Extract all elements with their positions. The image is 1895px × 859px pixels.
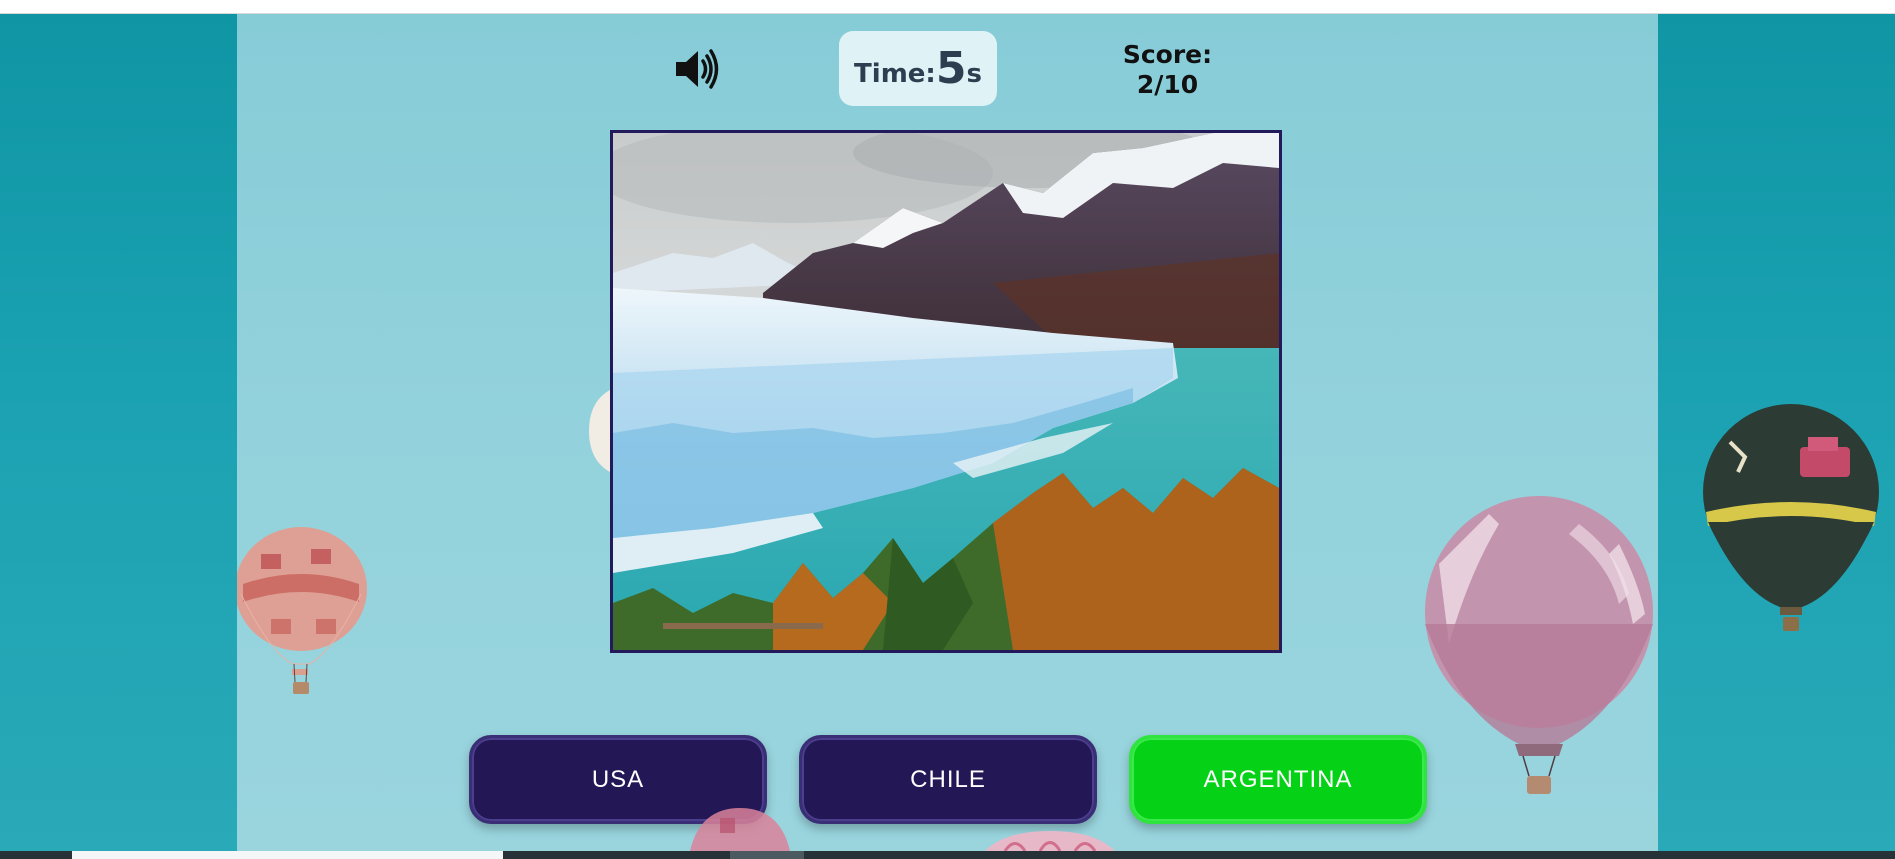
timer-label: Time:: [854, 58, 936, 89]
hot-air-balloon-left: [237, 524, 371, 704]
bottom-taskbar: [0, 851, 1895, 859]
timer-value: 5: [935, 43, 967, 94]
taskbar-segment: [72, 851, 503, 859]
answer-label: USA: [591, 765, 645, 793]
hot-air-balloon-pink: [1419, 494, 1658, 804]
hot-air-balloon-bottom-left: [690, 808, 790, 851]
score-label: Score:: [1122, 40, 1213, 69]
answer-button-chile[interactable]: CHILE: [799, 735, 1097, 824]
timer-display: Time: 5 s: [839, 31, 997, 106]
hot-air-balloon-bottom-center: [985, 831, 1115, 851]
taskbar-segment: [730, 851, 804, 859]
browser-top-strip: [0, 0, 1895, 14]
hot-air-balloon-dark: [1700, 402, 1882, 642]
answer-button-argentina[interactable]: ARGENTINA: [1129, 735, 1427, 824]
timer-unit: s: [966, 58, 982, 89]
sound-toggle-button[interactable]: [672, 44, 722, 94]
speaker-volume-icon: [672, 49, 722, 98]
answer-label: ARGENTINA: [1203, 765, 1353, 793]
score-value: 2/10: [1136, 70, 1199, 99]
answer-label: CHILE: [910, 765, 986, 793]
score-display: Score: 2/10: [1100, 40, 1235, 100]
location-photo: [610, 130, 1282, 653]
